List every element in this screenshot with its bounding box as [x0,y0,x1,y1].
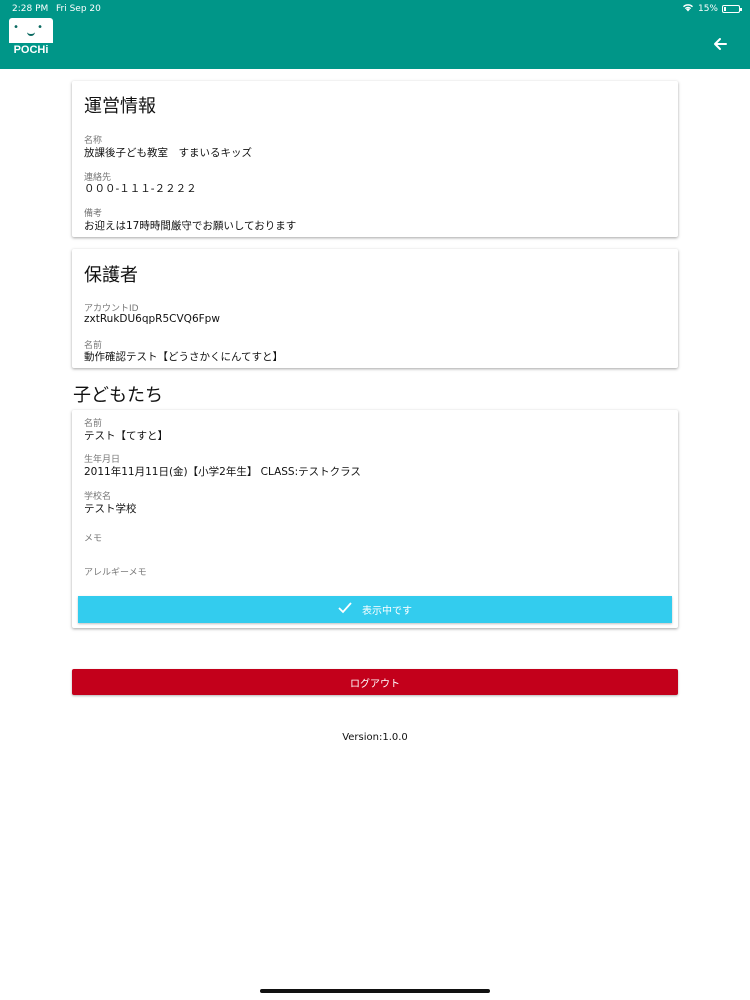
child-name-value: テスト【てすと】 [84,430,168,442]
app-logo: • • POCHi [9,18,53,62]
version-text: Version:1.0.0 [342,732,408,743]
school-value: テスト学校 [84,503,137,515]
status-time: 2:28 PM [12,4,49,14]
account-id-value: zxtRukDU6qpR5CVQ6Fpw [84,313,220,325]
logout-button[interactable]: ログアウト [72,669,678,695]
operation-info-title: 運営情報 [84,96,156,117]
memo-label: メモ [84,534,103,544]
showing-status-button[interactable]: 表示中です [78,596,672,623]
logout-label: ログアウト [350,678,400,690]
guardian-title: 保護者 [84,265,138,286]
facility-name-value: 放課後子ども教室 すまいるキッズ [84,147,252,159]
birthday-value: 2011年11月11日(金)【小学2年生】 CLASS:テストクラス [84,466,361,478]
showing-status-label: 表示中です [362,606,412,617]
battery-level [724,7,726,11]
operation-info-card: 運営情報 名称 放課後子ども教室 すまいるキッズ 連絡先 ０００-１１１-２２２… [72,81,678,237]
guardian-name-value: 動作確認テスト【どうさかくにんてすと】 [84,351,283,363]
notes-value: お迎えは17時時間厳守でお願いしております [84,220,297,232]
home-indicator [260,989,490,993]
status-bar: 2:28 PM Fri Sep 20 15% [0,0,750,18]
arrow-left-icon [714,38,727,50]
status-right: 15% [682,3,742,15]
app-bar: • • POCHi [0,18,750,69]
guardian-card: 保護者 アカウントID zxtRukDU6qpR5CVQ6Fpw 名前 動作確認… [72,249,678,368]
battery-icon [722,5,742,13]
wifi-icon [682,3,694,15]
back-button[interactable] [708,32,732,56]
logo-text: POCHi [13,44,49,56]
children-title: 子どもたち [73,385,163,406]
status-date: Fri Sep 20 [56,4,101,14]
allergy-label: アレルギーメモ [84,568,147,578]
check-icon [338,602,352,617]
battery-percent: 15% [697,4,718,14]
contact-value: ０００-１１１-２２２２ [84,183,197,195]
child-card: 名前 テスト【てすと】 生年月日 2011年11月11日(金)【小学2年生】 C… [72,410,678,628]
